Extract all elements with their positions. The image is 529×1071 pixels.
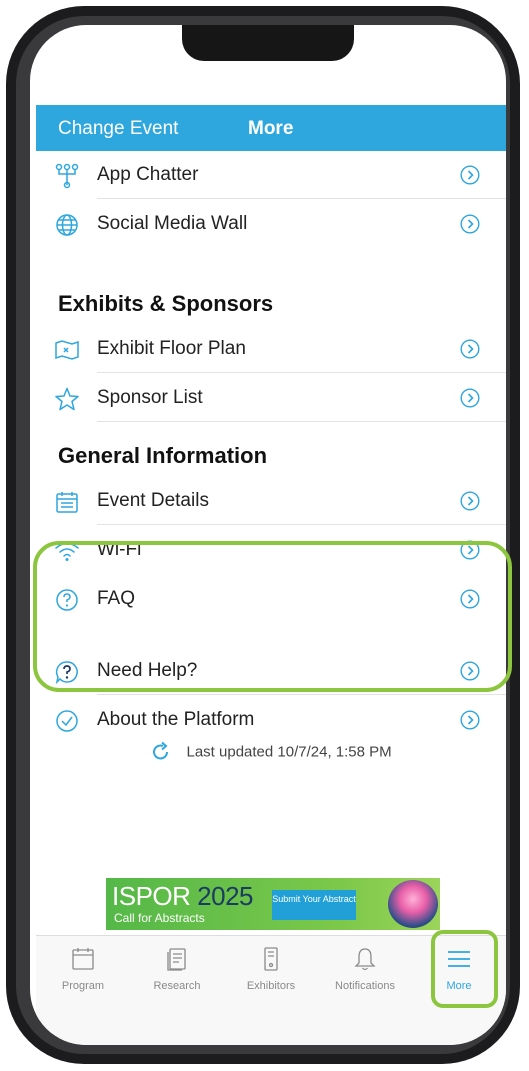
menu-item-label: Sponsor List [97,387,203,408]
chevron-right-icon [460,710,480,730]
menu-item-label: Social Media Wall [97,213,248,234]
tab-notifications[interactable]: Notifications [318,946,412,1006]
tab-label: Program [61,980,105,992]
chevron-right-icon [460,165,480,185]
chevron-right-icon [460,388,480,408]
document-icon [167,948,186,971]
menu-item-label: Event Details [97,490,209,511]
menu-item-label: About the Platform [97,709,255,730]
last-updated-text: Last updated 10/7/24, 1:58 PM [186,743,392,761]
submit-abstract-button[interactable]: Submit Your Abstract [272,890,356,920]
faq-help-highlight [33,541,512,692]
calendar-icon [56,492,78,513]
banner-subtitle: Call for Abstracts [114,911,205,925]
menu-item-event-details[interactable]: Event Details [36,477,506,525]
menu-item-label: Exhibit Floor Plan [97,338,246,359]
network-icon [55,163,79,189]
menu-item-label: App Chatter [97,164,199,185]
divider [97,524,506,525]
banner-year: 2025 [197,881,253,911]
divider [97,694,506,695]
banner-ad[interactable]: ISPOR 2025 Call for Abstracts Submit You… [106,878,440,930]
chevron-right-icon [460,214,480,234]
tab-label: Research [153,980,201,992]
top-nav-bar: Change Event More [36,105,506,151]
refresh-icon[interactable] [150,741,172,763]
page-title: More [248,118,294,139]
chevron-right-icon [460,491,480,511]
divider [97,421,506,422]
menu-item-exhibit-floor-plan[interactable]: Exhibit Floor Plan [36,325,506,373]
tab-exhibitors[interactable]: Exhibitors [224,946,318,1006]
phone-notch [182,25,354,61]
menu-item-sponsor-list[interactable]: Sponsor List [36,374,506,422]
section-heading-exhibits: Exhibits & Sponsors [58,291,274,316]
banner-brand: ISPOR 2025 [112,881,253,912]
app-screen: Change Event More App Chatter Social Med… [30,25,506,1045]
booth-icon [264,947,278,971]
bell-icon [354,948,376,971]
section-heading-general: General Information [58,443,268,468]
menu-item-app-chatter[interactable]: App Chatter [36,151,506,199]
last-updated-status: Last updated 10/7/24, 1:58 PM [36,741,506,763]
tab-label: Exhibitors [246,980,296,992]
change-event-button[interactable]: Change Event [58,118,178,140]
menu-item-about-platform[interactable]: About the Platform [36,696,506,744]
divider [97,372,506,373]
floor-plan-icon [55,340,79,360]
banner-artwork [388,880,438,928]
more-tab-highlight [431,930,498,1008]
tab-label: Notifications [335,980,395,992]
tab-program[interactable]: Program [36,946,130,1006]
star-icon [55,387,79,411]
divider [97,198,506,199]
globe-icon [56,214,78,236]
banner-brand-name: ISPOR [112,881,191,911]
menu-item-social-media-wall[interactable]: Social Media Wall [36,200,506,248]
chevron-right-icon [460,339,480,359]
tab-research[interactable]: Research [130,946,224,1006]
check-circle-icon [56,710,78,732]
calendar-icon [72,948,94,970]
